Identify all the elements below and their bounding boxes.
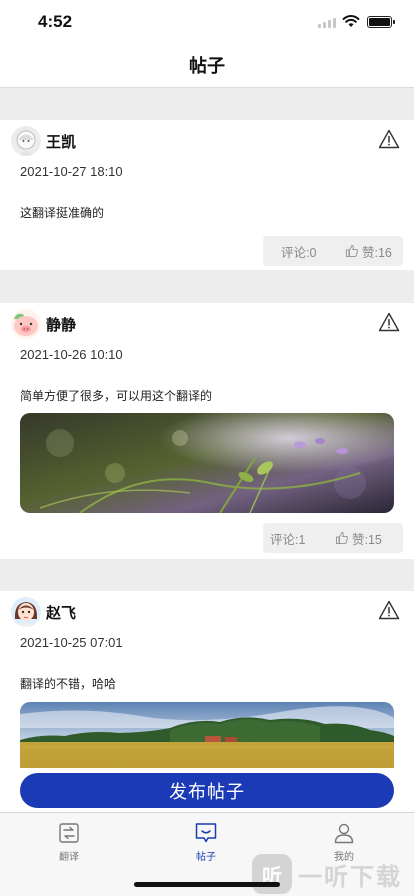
field-landscape-photo — [20, 702, 394, 768]
warning-icon[interactable] — [378, 129, 400, 149]
post-timestamp: 2021-10-25 07:01 — [20, 635, 123, 650]
person-icon — [334, 823, 354, 844]
comment-count[interactable]: 评论:1 — [270, 529, 305, 548]
avatar-pink-pig-icon — [11, 309, 41, 339]
grass-flowers-photo — [20, 413, 394, 513]
avatar-cartoon-girl-icon — [11, 597, 41, 627]
watermark-text: 一听下载 — [298, 863, 402, 891]
like-button[interactable]: 赞:15 — [335, 529, 382, 548]
like-count: 赞:15 — [352, 532, 382, 547]
chat-icon — [195, 823, 217, 843]
status-time: 4:52 — [38, 12, 73, 31]
watermark: 听 一听下载 — [252, 852, 412, 896]
publish-post-button[interactable]: 发布帖子 — [20, 773, 394, 808]
tab-translate[interactable]: 翻译 — [39, 821, 99, 863]
comment-count[interactable]: 评论:0 — [281, 242, 316, 261]
author-name[interactable]: 赵飞 — [46, 602, 76, 623]
warning-icon[interactable] — [378, 600, 400, 620]
avatar[interactable] — [11, 126, 41, 156]
avatar[interactable] — [11, 309, 41, 339]
warning-icon[interactable] — [378, 312, 400, 332]
post-card[interactable]: 静静 2021-10-26 10:10 简单方便了很多，可以用这个翻译的 评论:… — [0, 303, 414, 559]
post-timestamp: 2021-10-26 10:10 — [20, 347, 123, 362]
status-bar: 4:52 — [0, 0, 414, 44]
home-indicator[interactable] — [134, 882, 280, 887]
post-stats: 评论:1 赞:15 — [263, 523, 403, 553]
like-count: 赞:16 — [362, 245, 392, 260]
wifi-icon — [342, 15, 360, 27]
translate-icon — [59, 823, 79, 843]
page-title: 帖子 — [189, 56, 225, 76]
avatar[interactable] — [11, 597, 41, 627]
signal-icon — [318, 18, 338, 28]
watermark-logo: 听 — [252, 854, 292, 894]
post-timestamp: 2021-10-27 18:10 — [20, 164, 123, 179]
post-stats: 评论:0 赞:16 — [263, 236, 403, 266]
post-feed[interactable]: 王凯 2021-10-27 18:10 这翻译挺准确的 评论:0 赞:16 静静… — [0, 88, 414, 768]
post-content: 翻译的不错，哈哈 — [20, 677, 117, 691]
post-card[interactable]: 赵飞 2021-10-25 07:01 翻译的不错，哈哈 — [0, 591, 414, 768]
avatar-white-hood-icon — [11, 126, 41, 156]
tab-label: 翻译 — [59, 852, 79, 863]
thumbs-up-icon — [346, 244, 358, 257]
like-button[interactable]: 赞:16 — [345, 242, 392, 261]
tab-posts[interactable]: 帖子 — [176, 821, 236, 863]
post-image[interactable] — [20, 413, 394, 513]
post-image[interactable] — [20, 702, 394, 768]
post-content: 简单方便了很多，可以用这个翻译的 — [20, 389, 213, 403]
post-card[interactable]: 王凯 2021-10-27 18:10 这翻译挺准确的 评论:0 赞:16 — [0, 120, 414, 270]
tab-label: 帖子 — [196, 852, 216, 863]
thumbs-up-icon — [336, 531, 348, 544]
navigation-bar: 帖子 — [0, 44, 414, 88]
publish-bar: 发布帖子 — [0, 768, 414, 812]
post-content: 这翻译挺准确的 — [20, 206, 105, 220]
author-name[interactable]: 王凯 — [46, 131, 76, 152]
battery-icon — [367, 16, 395, 28]
author-name[interactable]: 静静 — [46, 314, 76, 335]
